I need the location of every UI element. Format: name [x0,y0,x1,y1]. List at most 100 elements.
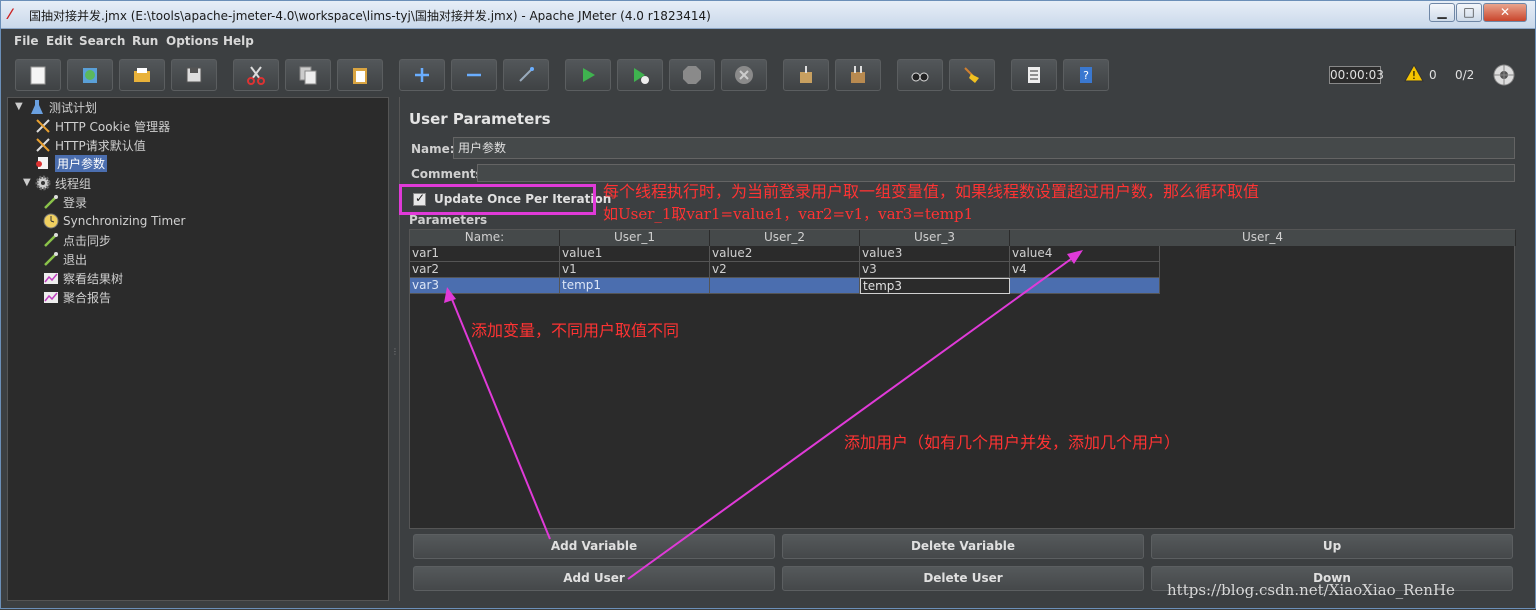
delete-variable-button[interactable]: Delete Variable [782,534,1144,559]
parameters-table[interactable]: Name: User_1 User_2 User_3 User_4 var1 v… [409,229,1516,529]
tree-item-label: 察看结果树 [63,271,124,286]
table-cell[interactable]: v1 [560,262,710,278]
remote-status-icon[interactable] [1492,63,1516,87]
tree-item-cookie-manager[interactable]: HTTP Cookie 管理器 [35,117,170,135]
flask-icon [29,99,45,115]
tree-item-label: 登录 [63,195,88,210]
listener-icon [43,289,59,305]
copy-button[interactable] [285,59,331,91]
panel-splitter[interactable]: ⋮⋮ [390,97,406,601]
table-cell[interactable]: v3 [860,262,1010,278]
paste-button[interactable] [337,59,383,91]
menu-file[interactable]: File [14,34,39,48]
maximize-button[interactable]: □ [1456,3,1482,22]
add-user-button[interactable]: Add User [413,566,775,591]
paste-icon [353,68,367,84]
menu-search[interactable]: Search [79,34,125,48]
clear-all-button[interactable] [835,59,881,91]
annotation-note-iteration: 每个线程执行时，为当前登录用户取一组变量值，如果线程数设置超过用户数，那么循环取… [603,182,1260,201]
save-icon [186,67,202,83]
timer-icon [43,213,59,229]
table-cell[interactable]: var1 [410,246,560,262]
tree-item-results-tree[interactable]: 察看结果树 [43,269,123,287]
column-header-user-4[interactable]: User_4 [1010,230,1516,246]
table-cell[interactable]: var2 [410,262,560,278]
move-up-button[interactable]: Up [1151,534,1513,559]
table-cell[interactable]: value1 [560,246,710,262]
collapse-all-button[interactable] [451,59,497,91]
name-field[interactable]: 用户参数 [453,137,1515,159]
help-button[interactable]: ? [1063,59,1109,91]
minimize-button[interactable]: ▁ [1429,3,1455,22]
column-header-user-3[interactable]: User_3 [860,230,1010,246]
tree-item-label: 测试计划 [49,100,98,115]
table-cell[interactable]: temp1 [560,278,710,294]
start-no-pauses-button[interactable] [617,59,663,91]
column-header-user-2[interactable]: User_2 [710,230,860,246]
cut-button[interactable] [233,59,279,91]
tree-toggle-testplan[interactable]: ▼ [15,101,23,112]
window-title: 国抽对接并发.jmx (E:\tools\apache-jmeter-4.0\w… [29,9,711,23]
tree-item-thread-group[interactable]: 线程组 [35,174,91,192]
table-cell[interactable]: value2 [710,246,860,262]
shutdown-button[interactable] [721,59,767,91]
delete-user-button[interactable]: Delete User [782,566,1144,591]
table-cell[interactable]: value4 [1010,246,1160,262]
plus-icon [415,68,429,82]
save-button[interactable] [171,59,217,91]
function-helper-button[interactable] [1011,59,1057,91]
menu-options[interactable]: Options [166,34,219,48]
add-variable-button[interactable]: Add Variable [413,534,775,559]
scissors-icon [247,66,265,85]
annotation-note-add-variable: 添加变量，不同用户取值不同 [471,321,680,340]
tree-item-click-sync[interactable]: 点击同步 [43,231,111,249]
search-button[interactable] [897,59,943,91]
pre-processor-icon [35,155,51,171]
menu-run[interactable]: Run [132,34,158,48]
tree-item-aggregate-report[interactable]: 聚合报告 [43,288,111,306]
table-cell[interactable] [710,278,860,294]
new-file-icon [30,66,46,85]
table-cell[interactable] [1010,278,1160,294]
warning-icon[interactable]: ! [1404,64,1424,82]
name-label: Name: [411,142,455,156]
menu-edit[interactable]: Edit [46,34,73,48]
watermark-text: https://blog.csdn.net/XiaoXiao_RenHe [1167,581,1455,599]
stop-button[interactable] [669,59,715,91]
page-title: User Parameters [409,110,551,128]
tree-item-label: Synchronizing Timer [63,214,186,228]
close-button[interactable]: ✕ [1483,3,1527,22]
annotation-highlight-box [399,184,596,215]
tree-item-sync-timer[interactable]: Synchronizing Timer [43,212,185,230]
tree-item-http-defaults[interactable]: HTTP请求默认值 [35,136,146,154]
wrench-icon [35,118,51,134]
tree-item-login[interactable]: 登录 [43,193,87,211]
tree-item-logout[interactable]: 退出 [43,250,87,268]
title-bar: ⁄ 国抽对接并发.jmx (E:\tools\apache-jmeter-4.0… [1,1,1535,29]
table-cell-editor[interactable]: temp3 [860,278,1010,294]
start-button[interactable] [565,59,611,91]
column-header-user-1[interactable]: User_1 [560,230,710,246]
open-button[interactable] [119,59,165,91]
open-folder-icon [134,68,150,82]
tree-item-user-parameters[interactable]: 用户参数 [35,154,108,172]
templates-button[interactable] [67,59,113,91]
table-cell[interactable]: v2 [710,262,860,278]
toggle-button[interactable] [503,59,549,91]
tree-item-test-plan[interactable]: 测试计划 [29,98,97,116]
menu-help[interactable]: Help [223,34,254,48]
table-cell[interactable]: v4 [1010,262,1160,278]
table-cell[interactable]: value3 [860,246,1010,262]
wrench-icon [35,137,51,153]
tree-toggle-threadgroup[interactable]: ▼ [23,177,31,188]
binoculars-icon [911,72,929,82]
table-cell[interactable]: var3 [410,278,560,294]
column-header-name[interactable]: Name: [410,230,560,246]
annotation-note-add-user: 添加用户（如有几个用户并发，添加几个用户） [844,433,1181,452]
expand-all-button[interactable] [399,59,445,91]
tree-item-label: 聚合报告 [63,290,112,305]
clear-button[interactable] [783,59,829,91]
play-icon [583,68,595,82]
reset-search-button[interactable] [949,59,995,91]
new-button[interactable] [15,59,61,91]
